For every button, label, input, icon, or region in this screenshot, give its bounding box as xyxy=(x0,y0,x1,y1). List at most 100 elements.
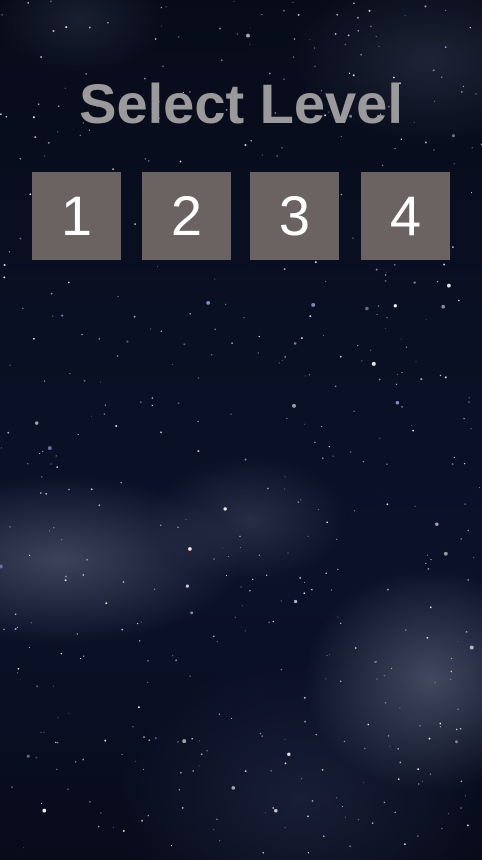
level-1-button[interactable]: 1 xyxy=(32,172,121,260)
star xyxy=(138,640,141,642)
star xyxy=(445,9,447,11)
star xyxy=(439,726,441,728)
star xyxy=(50,463,52,465)
star xyxy=(50,292,53,295)
star xyxy=(230,413,232,415)
star xyxy=(325,572,327,574)
star xyxy=(412,429,414,432)
star xyxy=(278,362,280,364)
star xyxy=(3,628,5,631)
star xyxy=(261,154,263,156)
star xyxy=(153,588,156,590)
star xyxy=(361,360,363,362)
star xyxy=(377,305,380,307)
star xyxy=(249,589,251,592)
star xyxy=(41,802,43,804)
star xyxy=(337,616,339,618)
star xyxy=(343,740,346,743)
star xyxy=(369,349,372,351)
star xyxy=(0,564,3,569)
star xyxy=(136,622,139,625)
star xyxy=(385,271,387,273)
star xyxy=(81,333,83,336)
star xyxy=(3,276,6,279)
star xyxy=(219,27,222,30)
star xyxy=(107,21,109,24)
star xyxy=(425,562,427,565)
star xyxy=(185,584,189,588)
star xyxy=(360,53,362,56)
star xyxy=(267,487,269,490)
star xyxy=(43,155,45,157)
star xyxy=(469,26,471,29)
star xyxy=(154,737,157,739)
star xyxy=(347,34,350,37)
star xyxy=(236,33,238,35)
star xyxy=(444,376,447,379)
star xyxy=(147,681,149,683)
star xyxy=(405,346,408,348)
star xyxy=(243,316,245,319)
star xyxy=(405,629,407,631)
star xyxy=(17,667,20,670)
star xyxy=(239,535,241,538)
level-3-button[interactable]: 3 xyxy=(250,172,339,260)
star xyxy=(222,547,224,549)
star xyxy=(68,488,70,491)
star xyxy=(56,768,58,770)
star xyxy=(69,372,71,374)
star xyxy=(390,667,393,670)
star xyxy=(133,315,136,318)
star xyxy=(98,338,100,340)
star xyxy=(357,344,359,347)
star xyxy=(35,421,39,425)
star xyxy=(363,781,365,783)
star xyxy=(357,818,360,821)
star xyxy=(336,797,338,799)
star xyxy=(249,27,251,29)
star xyxy=(28,554,31,557)
star xyxy=(175,659,178,662)
star xyxy=(266,574,268,576)
star xyxy=(98,504,101,506)
star xyxy=(471,147,473,149)
star xyxy=(89,801,91,803)
star xyxy=(134,760,136,762)
star xyxy=(328,445,330,448)
star xyxy=(19,237,22,240)
star xyxy=(307,815,309,818)
star xyxy=(216,641,218,643)
star xyxy=(340,622,342,624)
star xyxy=(292,404,296,408)
star xyxy=(64,579,67,582)
star xyxy=(115,425,118,427)
level-4-button[interactable]: 4 xyxy=(361,172,450,260)
star xyxy=(200,753,203,756)
star xyxy=(332,455,334,457)
star xyxy=(104,404,106,406)
star xyxy=(433,149,435,151)
star xyxy=(27,2,29,4)
star xyxy=(172,655,174,657)
level-2-button[interactable]: 2 xyxy=(142,172,231,260)
star xyxy=(276,155,278,157)
star xyxy=(284,488,286,490)
star xyxy=(371,361,376,366)
star xyxy=(91,415,93,417)
star xyxy=(292,56,294,58)
star xyxy=(395,401,400,405)
star xyxy=(75,761,77,763)
star xyxy=(40,56,42,58)
star xyxy=(0,447,3,449)
star xyxy=(142,768,144,770)
star xyxy=(307,535,309,537)
star xyxy=(181,807,184,809)
star xyxy=(413,281,416,284)
star xyxy=(189,675,191,678)
star xyxy=(160,6,163,9)
star xyxy=(239,547,241,549)
star xyxy=(308,374,311,376)
star xyxy=(367,723,370,726)
star xyxy=(177,402,180,405)
star xyxy=(376,678,378,680)
